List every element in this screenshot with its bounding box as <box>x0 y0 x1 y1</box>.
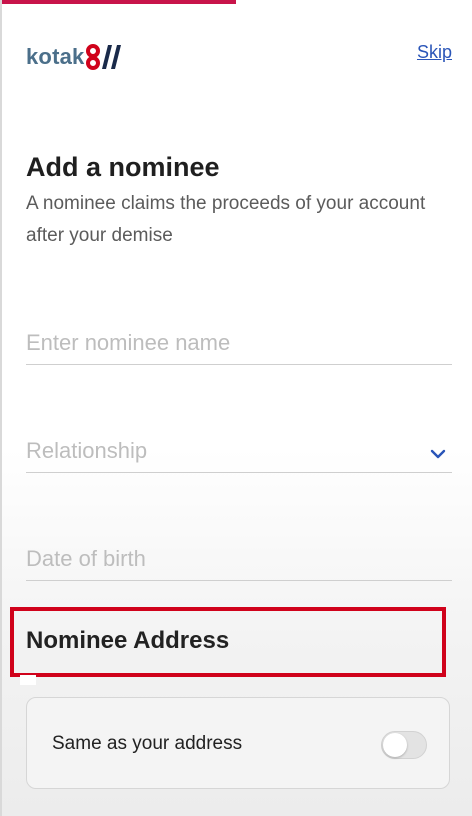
nominee-address-heading: Nominee Address <box>26 627 230 654</box>
progress-track <box>0 0 472 4</box>
page-title: Add a nominee <box>26 152 220 182</box>
same-address-label: Same as your address <box>52 733 243 754</box>
header: kotak Skip <box>26 42 452 72</box>
nominee-name-input[interactable] <box>26 330 406 356</box>
logo-text: kotak <box>26 44 85 69</box>
same-address-card: Same as your address <box>26 697 450 789</box>
relationship-select[interactable] <box>26 438 406 464</box>
kotak-logo: kotak <box>26 42 122 72</box>
date-of-birth-input[interactable] <box>26 546 406 572</box>
relationship-field[interactable] <box>26 428 452 473</box>
page-subtitle: A nominee claims the proceeds of your ac… <box>26 193 426 246</box>
chevron-down-icon[interactable] <box>430 448 446 460</box>
nominee-name-field[interactable] <box>26 320 452 365</box>
date-of-birth-field[interactable] <box>26 536 452 581</box>
progress-bar-fill <box>0 0 236 4</box>
toggle-knob <box>383 733 407 757</box>
annotation-highlight-gap <box>20 675 36 685</box>
screen-edge <box>0 0 2 816</box>
same-address-toggle[interactable] <box>381 731 427 759</box>
skip-link[interactable]: Skip <box>417 42 452 63</box>
kotak-infinity-logo-icon <box>86 43 122 71</box>
